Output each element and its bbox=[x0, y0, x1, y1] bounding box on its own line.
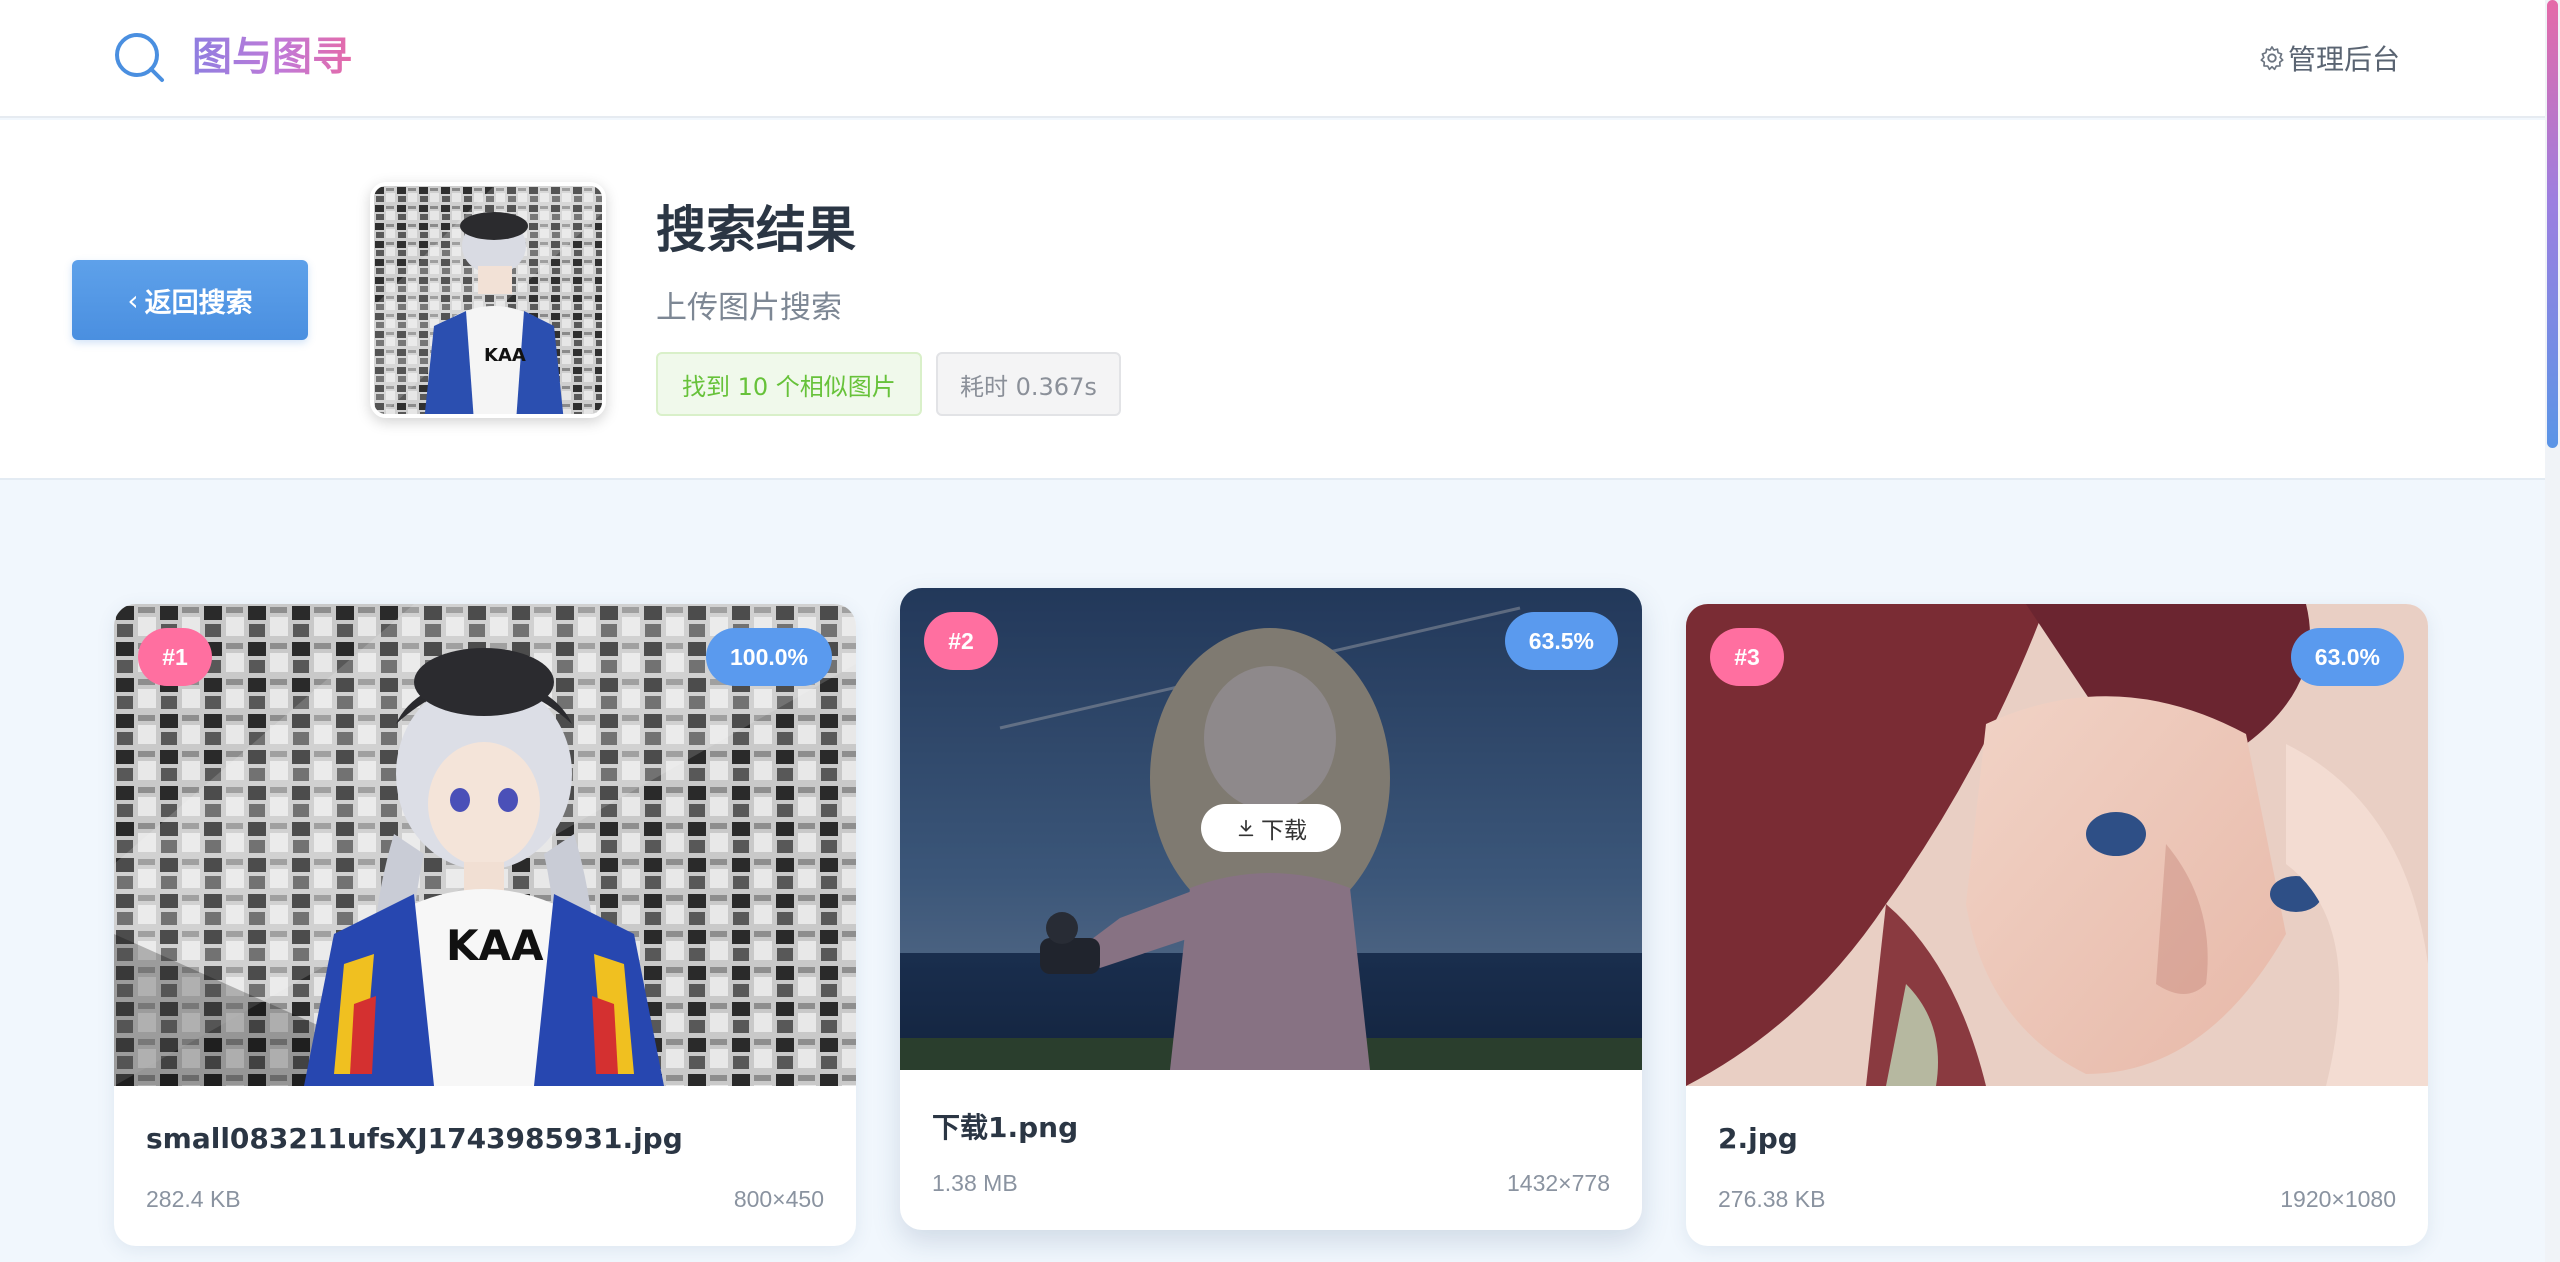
download-button[interactable]: 下载 bbox=[1201, 804, 1341, 852]
result-filesize: 276.38 KB bbox=[1718, 1186, 1826, 1212]
result-filename: small083211ufsXJ1743985931.jpg bbox=[146, 1122, 683, 1155]
rank-badge: #2 bbox=[924, 612, 998, 670]
chevron-left-icon: ‹ bbox=[127, 283, 139, 317]
svg-text:KAA: KAA bbox=[446, 921, 544, 970]
result-filesize: 282.4 KB bbox=[146, 1186, 241, 1212]
similarity-badge: 63.0% bbox=[2290, 628, 2404, 686]
search-header: ‹ 返回搜索 KAA 搜索结果 上传图片搜索 找到 10 个相似图片 耗时 0.… bbox=[0, 120, 2545, 480]
result-dimensions: 1432×778 bbox=[1507, 1170, 1610, 1196]
back-to-search-button[interactable]: ‹ 返回搜索 bbox=[72, 260, 308, 340]
result-card[interactable]: 下载 #2 63.5% 下载1.png 1.38 MB 1432×778 bbox=[900, 588, 1642, 1230]
svg-text:KAA: KAA bbox=[484, 345, 526, 366]
rank-badge: #1 bbox=[138, 628, 212, 686]
download-icon bbox=[1238, 819, 1254, 837]
admin-link[interactable]: 管理后台 bbox=[2258, 36, 2400, 80]
query-image-thumbnail: KAA bbox=[370, 182, 606, 418]
result-card[interactable]: KAA #1 100.0% small083211ufsXJ1743985931… bbox=[114, 604, 856, 1246]
page-subtitle: 上传图片搜索 bbox=[656, 290, 842, 326]
search-logo-icon bbox=[115, 33, 164, 82]
result-card[interactable]: #3 63.0% 2.jpg 276.38 KB 1920×1080 bbox=[1686, 604, 2428, 1246]
result-filename: 下载1.png bbox=[932, 1111, 1079, 1144]
similarity-badge: 63.5% bbox=[1504, 612, 1618, 670]
result-dimensions: 1920×1080 bbox=[2280, 1186, 2396, 1212]
result-filesize: 1.38 MB bbox=[932, 1170, 1018, 1196]
gear-icon bbox=[2260, 46, 2284, 71]
download-button-label: 下载 bbox=[1261, 818, 1307, 844]
results-count-tag: 找到 10 个相似图片 bbox=[656, 352, 922, 416]
rank-badge: #3 bbox=[1710, 628, 1784, 686]
page-title: 搜索结果 bbox=[656, 201, 856, 259]
scrollbar-thumb[interactable] bbox=[2547, 0, 2558, 448]
similarity-badge: 100.0% bbox=[705, 628, 832, 686]
admin-link-label: 管理后台 bbox=[2288, 43, 2401, 76]
top-nav: 图与图寻 管理后台 bbox=[0, 0, 2545, 118]
result-dimensions: 800×450 bbox=[733, 1186, 824, 1212]
result-filename: 2.jpg bbox=[1718, 1122, 1798, 1155]
page-scrollbar[interactable] bbox=[2545, 0, 2560, 1262]
app-logo-text[interactable]: 图与图寻 bbox=[192, 30, 352, 84]
back-button-label: 返回搜索 bbox=[144, 287, 253, 319]
search-time-tag: 耗时 0.367s bbox=[936, 352, 1121, 416]
